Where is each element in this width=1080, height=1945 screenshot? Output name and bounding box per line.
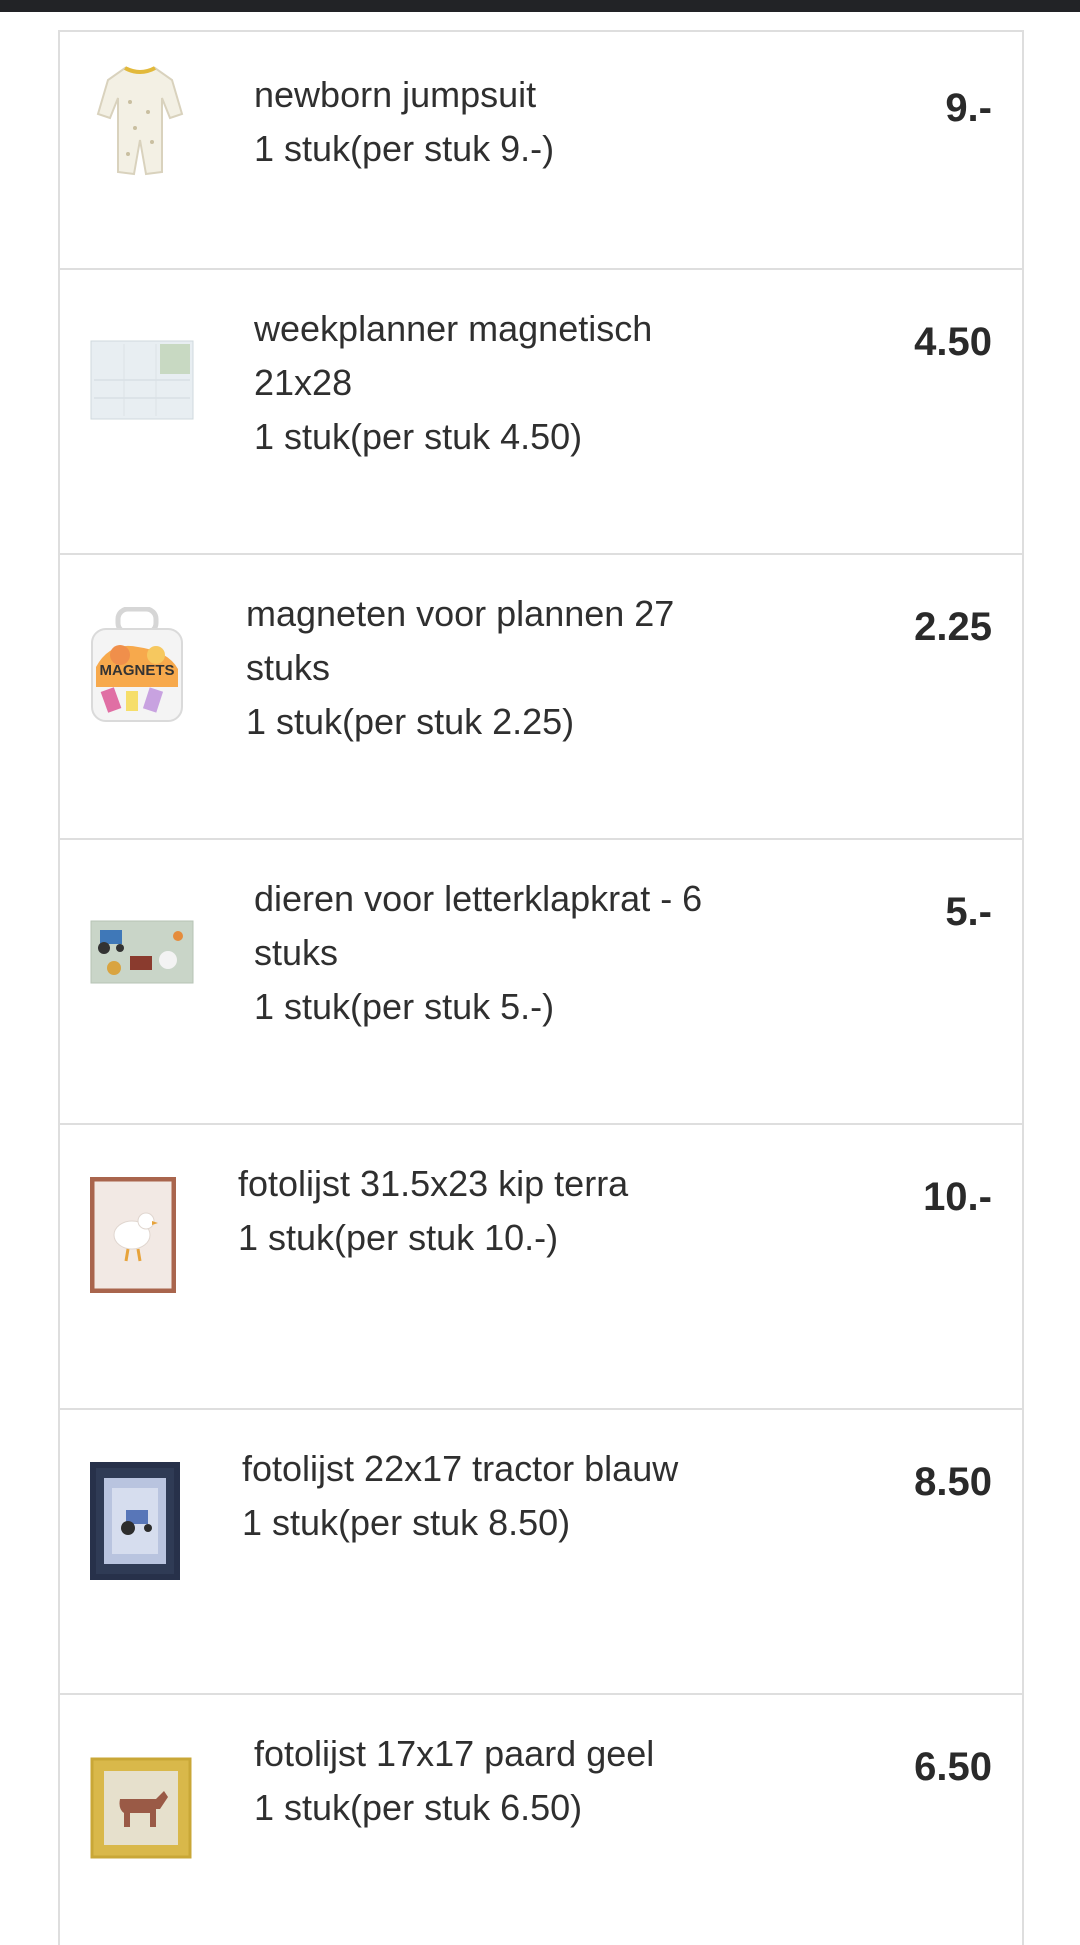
item-info: fotolijst 22x17 tractor blauw 1 stuk(per… xyxy=(242,1442,722,1550)
item-quantity: 1 stuk(per stuk 10.-) xyxy=(238,1217,559,1258)
item-quantity: 1 stuk(per stuk 5.-) xyxy=(254,986,555,1027)
item-info: dieren voor letterklapkrat - 6 stuks 1 s… xyxy=(254,872,734,1034)
item-info: fotolijst 17x17 paard geel 1 stuk(per st… xyxy=(254,1727,734,1835)
frame-chicken-icon xyxy=(90,1177,176,1293)
list-item[interactable]: weekplanner magnetisch 21x28 1 stuk(per … xyxy=(60,270,1022,555)
list-item[interactable]: fotolijst 22x17 tractor blauw 1 stuk(per… xyxy=(60,1410,1022,1695)
item-info: weekplanner magnetisch 21x28 1 stuk(per … xyxy=(254,302,734,464)
item-name: weekplanner magnetisch 21x28 xyxy=(254,308,653,403)
frame-tractor-icon xyxy=(90,1462,180,1580)
item-price: 6.50 xyxy=(914,1745,992,1789)
item-quantity: 1 stuk(per stuk 6.50) xyxy=(254,1787,583,1828)
list-item[interactable]: newborn jumpsuit 1 stuk(per stuk 9.-) 9.… xyxy=(60,32,1022,270)
item-name: fotolijst 17x17 paard geel xyxy=(254,1733,655,1774)
item-quantity: 1 stuk(per stuk 2.25) xyxy=(246,701,575,742)
item-name: fotolijst 31.5x23 kip terra xyxy=(238,1163,629,1204)
item-info: fotolijst 31.5x23 kip terra 1 stuk(per s… xyxy=(238,1157,718,1265)
item-quantity: 1 stuk(per stuk 8.50) xyxy=(242,1502,571,1543)
item-price: 2.25 xyxy=(914,605,992,649)
item-price: 8.50 xyxy=(914,1460,992,1504)
list-item[interactable]: dieren voor letterklapkrat - 6 stuks 1 s… xyxy=(60,840,1022,1125)
jumpsuit-icon xyxy=(96,66,184,176)
item-quantity: 1 stuk(per stuk 4.50) xyxy=(254,416,583,457)
item-info: magneten voor plannen 27 stuks 1 stuk(pe… xyxy=(246,587,726,749)
magnets-icon: MAGNETS xyxy=(91,607,183,722)
item-price: 4.50 xyxy=(914,320,992,364)
item-quantity: 1 stuk(per stuk 9.-) xyxy=(254,128,555,169)
item-name: newborn jumpsuit xyxy=(254,74,537,115)
list-item[interactable]: MAGNETS magneten voor plannen 27 stuks 1… xyxy=(60,555,1022,840)
magnets-label: MAGNETS xyxy=(100,662,175,679)
item-price: 9.- xyxy=(945,86,992,130)
item-name: fotolijst 22x17 tractor blauw xyxy=(242,1448,679,1489)
status-bar xyxy=(0,0,1080,12)
item-info: newborn jumpsuit 1 stuk(per stuk 9.-) xyxy=(254,68,734,176)
frame-horse-icon xyxy=(90,1757,192,1859)
item-name: dieren voor letterklapkrat - 6 stuks xyxy=(254,878,703,973)
animals-icon xyxy=(90,920,194,984)
item-name: magneten voor plannen 27 stuks xyxy=(246,593,675,688)
weekplanner-icon xyxy=(90,340,194,420)
item-price: 5.- xyxy=(945,890,992,934)
list-item[interactable]: fotolijst 31.5x23 kip terra 1 stuk(per s… xyxy=(60,1125,1022,1410)
list-item[interactable]: fotolijst 17x17 paard geel 1 stuk(per st… xyxy=(60,1695,1022,1945)
item-price: 10.- xyxy=(923,1175,992,1219)
order-item-list: newborn jumpsuit 1 stuk(per stuk 9.-) 9.… xyxy=(58,30,1024,1945)
